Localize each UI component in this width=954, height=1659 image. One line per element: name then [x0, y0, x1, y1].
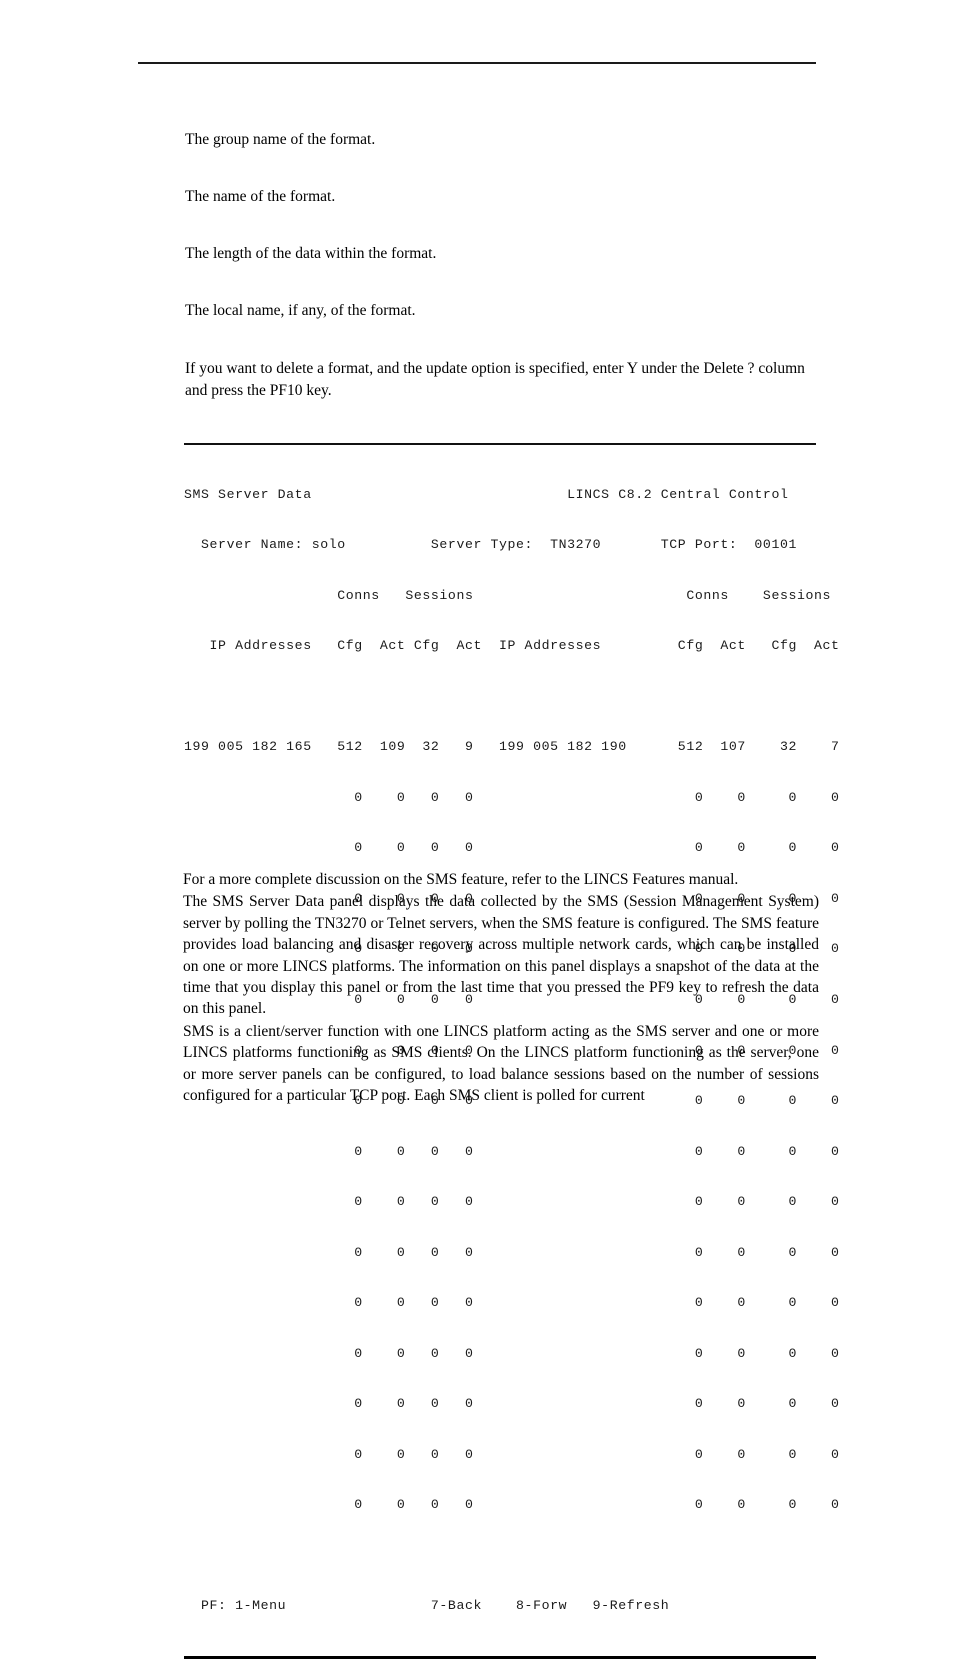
body-paragraph-client-server: SMS is a client/server function with one…	[183, 1022, 819, 1105]
terminal-row-data-11: 0 0 0 0 0 0 0 0	[184, 1295, 840, 1311]
terminal-pf-key-line[interactable]: PF: 1-Menu 7-Back 8-Forw 9-Refresh	[184, 1598, 816, 1615]
terminal-row-data-13: 0 0 0 0 0 0 0 0	[184, 1396, 840, 1412]
body-text: For a more complete discussion on the SM…	[183, 869, 819, 1107]
panel-bottom-rule	[184, 1655, 816, 1659]
terminal-line-server-info: Server Name: solo Server Type: TN3270 TC…	[184, 537, 797, 553]
page-header-rule	[138, 62, 816, 64]
terminal-row-data-9: 0 0 0 0 0 0 0 0	[184, 1194, 840, 1210]
body-paragraph-reference: For a more complete discussion on the SM…	[183, 871, 739, 888]
terminal-line-title: SMS Server Data LINCS C8.2 Central Contr…	[184, 486, 789, 502]
terminal-line-group-headers: Conns Sessions Conns Sessions	[184, 587, 832, 603]
delete-format-note: If you want to delete a format, and the …	[185, 360, 805, 399]
description-format-name: The name of the format.	[185, 188, 336, 205]
description-data-length: The length of the data within the format…	[185, 245, 437, 262]
terminal-line-spacer-1	[184, 689, 816, 706]
format-field-descriptions: The group name of the format. The name o…	[185, 130, 825, 401]
terminal-line-spacer-2	[184, 1548, 816, 1565]
description-group-name: The group name of the format.	[185, 131, 376, 148]
terminal-row-data-1: 0 0 0 0 0 0 0 0	[184, 789, 840, 805]
terminal-row-data-15: 0 0 0 0 0 0 0 0	[184, 1497, 840, 1513]
description-local-name: The local name, if any, of the format.	[185, 302, 416, 319]
terminal-row-data-0: 199 005 182 165 512 109 32 9 199 005 182…	[184, 739, 840, 755]
terminal-row-data-10: 0 0 0 0 0 0 0 0	[184, 1244, 840, 1260]
terminal-row-data-2: 0 0 0 0 0 0 0 0	[184, 840, 840, 856]
document-page: The group name of the format. The name o…	[0, 0, 954, 1659]
terminal-row-data-8: 0 0 0 0 0 0 0 0	[184, 1143, 840, 1159]
terminal-line-column-headers: IP Addresses Cfg Act Cfg Act IP Addresse…	[184, 638, 840, 654]
terminal-row-data-12: 0 0 0 0 0 0 0 0	[184, 1345, 840, 1361]
terminal-row-data-14: 0 0 0 0 0 0 0 0	[184, 1446, 840, 1462]
body-paragraph-panel-description: The SMS Server Data panel displays the d…	[183, 893, 819, 1018]
